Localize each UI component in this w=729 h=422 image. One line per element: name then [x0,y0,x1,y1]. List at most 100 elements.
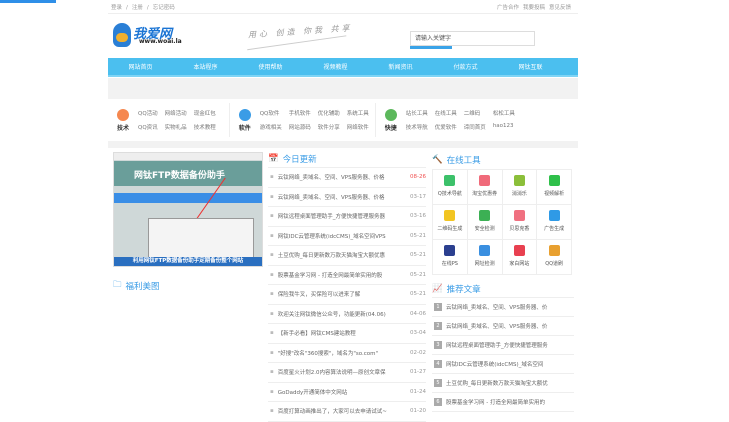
submit-link[interactable]: 我要投稿 [523,5,545,11]
online-tools: 🔨 在线工具 Q技术导航 淘宝优惠券 消消乐 视频解析 二维码生成 安全检测 贝思克香 广告生成… [432,151,576,275]
list-item[interactable]: ▪ "好搜"改名"360搜索"，域名为"so.com" 02-02 [268,344,426,363]
forgot-password-link[interactable]: 忘记密码 [153,5,175,11]
article-title[interactable]: 网钛IDC云管理系统(idcCMS)_域名空间VPS [278,232,406,240]
quick-link[interactable]: 网络活动 [165,109,187,117]
register-link[interactable]: 注册 [132,5,143,11]
list-item[interactable]: 2 云钛网络_卖域名、空间、VPS服务器、价 [432,317,574,336]
list-item[interactable]: ▪ 【新手必看】网钛CMS建站教程 03-04 [268,324,426,344]
tool-label: 淘宝优惠券 [472,191,498,197]
nav-item[interactable]: 视频教程 [303,62,368,71]
nav-item[interactable]: 网站首页 [108,62,173,71]
quick-link[interactable]: 现金红包 [194,109,216,117]
list-item[interactable]: ▪ 网钛IDC云管理系统(idcCMS)_域名空间VPS 05-21 [268,227,426,246]
list-item[interactable]: 3 网钛远程桌面管理助手_方便快捷管理服务 [432,336,574,355]
list-item[interactable]: ▪ 股票基金学习网 - 打造全网最简单实用的股 05-21 [268,266,426,285]
quick-link[interactable]: 站长工具 [406,109,428,117]
tool-item[interactable]: 安全检测 [467,205,503,240]
nav-item[interactable]: 本站程序 [173,62,238,71]
slogan: 用心 创造 你我 共享 [247,23,353,40]
nav-item[interactable]: 网钛互联 [498,62,563,71]
quick-link[interactable]: 谛同首页 [464,123,486,131]
list-item[interactable]: ▪ 云钛网络_卖域名、空间、VPS服务器、价格 08-26 [268,168,426,188]
quick-link[interactable]: QQ活动 [138,109,158,117]
quick-link[interactable]: 技术导航 [406,123,428,131]
list-item[interactable]: 6 股票基金学习网 - 打造全网最简单实用的 [432,393,574,412]
tool-item[interactable]: 视频解析 [537,170,572,205]
list-item[interactable]: ▪ 欢迎关注网钛微信公众号，功能更新(04.06) 04-06 [268,305,426,324]
quick-link[interactable]: 松松工具 [493,109,515,117]
article-title[interactable]: 股票基金学习网 - 打造全网最简单实用的 [446,398,545,406]
quick-link[interactable]: 优化辅助 [318,109,340,117]
quick-link[interactable]: QQ软件 [260,109,282,117]
article-title[interactable]: 保险我牛叉，买保险可以进来了解 [278,290,406,298]
quick-link[interactable]: 手机软件 [289,109,311,117]
quick-link[interactable]: 优爱软件 [435,123,457,131]
quick-link-grid: QQ软件 手机软件 优化辅助 系统工具游戏相关 网站源码 软件分享 网络软件 [260,109,369,131]
quick-link[interactable]: 软件分享 [318,123,340,131]
list-item[interactable]: ▪ 百度打算动画推出了，大家可以去申请试试~ 01-20 [268,402,426,422]
quick-link[interactable]: 网站源码 [289,123,311,131]
tool-item[interactable]: Q技术导航 [433,170,468,205]
article-title[interactable]: 网钛远程桌面管理助手_方便快捷管理服务器 [278,212,406,220]
nav-item[interactable]: 新闻资讯 [368,62,433,71]
article-title[interactable]: 云钛网络_卖域名、空间、VPS服务器、价格 [278,173,406,181]
quick-link[interactable]: hao123 [493,123,515,131]
tool-item[interactable]: 淘宝优惠券 [467,170,503,205]
hammer-icon: 🔨 [432,155,443,165]
quick-link[interactable]: 游戏相关 [260,123,282,131]
list-item[interactable]: ▪ 保险我牛叉，买保险可以进来了解 05-21 [268,285,426,305]
nav-item[interactable]: 使用帮助 [238,62,303,71]
article-title[interactable]: 欢迎关注网钛微信公众号，功能更新(04.06) [278,310,406,318]
featured-image[interactable]: 网钛FTP数据备份助手 利用网钛FTP数据备份助手定期备份整个网站 [113,152,263,267]
quick-link[interactable]: 技术教程 [194,123,216,131]
login-link[interactable]: 登录 [111,5,122,11]
nav-item[interactable]: 付款方式 [433,62,498,71]
article-title[interactable]: 云钛网络_卖域名、空间、VPS服务器、价格 [278,193,406,201]
list-item[interactable]: ▪ 土豆优购_每日更新数万款天猫淘宝大额优惠 05-21 [268,246,426,266]
article-title[interactable]: 土豆优购_每日更新数万款天猫淘宝大额优 [446,379,548,387]
tool-item[interactable]: 在线PS [433,240,468,275]
list-item[interactable]: ▪ 云钛网络_卖域名、空间、VPS服务器、价格 03-17 [268,188,426,207]
article-title[interactable]: 百度打算动画推出了，大家可以去申请试试~ [278,407,406,415]
quick-link[interactable]: 系统工具 [347,109,369,117]
article-title[interactable]: 土豆优购_每日更新数万款天猫淘宝大额优惠 [278,251,406,259]
list-item[interactable]: 5 土豆优购_每日更新数万款天猫淘宝大额优 [432,374,574,393]
tool-item[interactable]: 二维码生成 [433,205,468,240]
article-title[interactable]: 云钛网络_卖域名、空间、VPS服务器、价 [446,303,547,311]
article-title[interactable]: 【新手必看】网钛CMS建站教程 [278,329,406,337]
article-title[interactable]: 网钛远程桌面管理助手_方便快捷管理服务 [446,341,548,349]
list-item[interactable]: ▪ 网钛远程桌面管理助手_方便快捷管理服务器 03-16 [268,207,426,227]
article-title[interactable]: "好搜"改名"360搜索"，域名为"so.com" [278,349,406,357]
article-title[interactable]: 网钛IDC云管理系统(idcCMS)_域名空间 [446,360,543,368]
tool-item[interactable]: 贝思克香 [502,205,538,240]
quick-link[interactable]: 实物礼品 [165,123,187,131]
quick-link[interactable]: 网络软件 [347,123,369,131]
quick-link[interactable]: 二维码 [464,109,486,117]
article-date: 01-27 [410,369,426,376]
featured-caption[interactable]: 利用网钛FTP数据备份助手定期备份整个网站 [114,257,262,266]
list-item[interactable]: ▪ GoDaddy开通简体中文网站 01-24 [268,383,426,402]
article-title[interactable]: 百度星火计划2.0内容算法说明—原创文章保 [278,368,406,376]
tool-item[interactable]: 广告生成 [537,205,572,240]
list-item[interactable]: 1 云钛网络_卖域名、空间、VPS服务器、价 [432,298,574,317]
quick-category[interactable]: 技术 [114,108,132,132]
site-logo[interactable]: 我爱网 www.woai.la [113,23,188,49]
list-item[interactable]: 4 网钛IDC云管理系统(idcCMS)_域名空间 [432,355,574,374]
quick-category[interactable]: 软件 [236,108,254,132]
article-title[interactable]: GoDaddy开通简体中文网站 [278,388,406,396]
top-links-bar: 登录 / 注册 / 忘记密码 广告合作 我要投稿 意见反馈 [108,0,578,14]
tool-item[interactable]: QQ道刷 [537,240,572,275]
search-input[interactable]: 请输入关键字 [410,31,535,46]
tool-item[interactable]: 家白网站 [502,240,538,275]
quick-category[interactable]: 快捷 [382,108,400,132]
quick-link[interactable]: 在线工具 [435,109,457,117]
tool-item[interactable]: 消消乐 [502,170,538,205]
article-title[interactable]: 云钛网络_卖域名、空间、VPS服务器、价 [446,322,547,330]
tool-item[interactable]: 网址检测 [467,240,503,275]
tool-icon [444,210,456,221]
list-item[interactable]: ▪ 百度星火计划2.0内容算法说明—原创文章保 01-27 [268,363,426,383]
article-title[interactable]: 股票基金学习网 - 打造全网最简单实用的股 [278,271,406,279]
quick-link[interactable]: QQ资讯 [138,123,158,131]
ad-link[interactable]: 广告合作 [497,5,519,11]
feedback-link[interactable]: 意见反馈 [549,5,571,11]
